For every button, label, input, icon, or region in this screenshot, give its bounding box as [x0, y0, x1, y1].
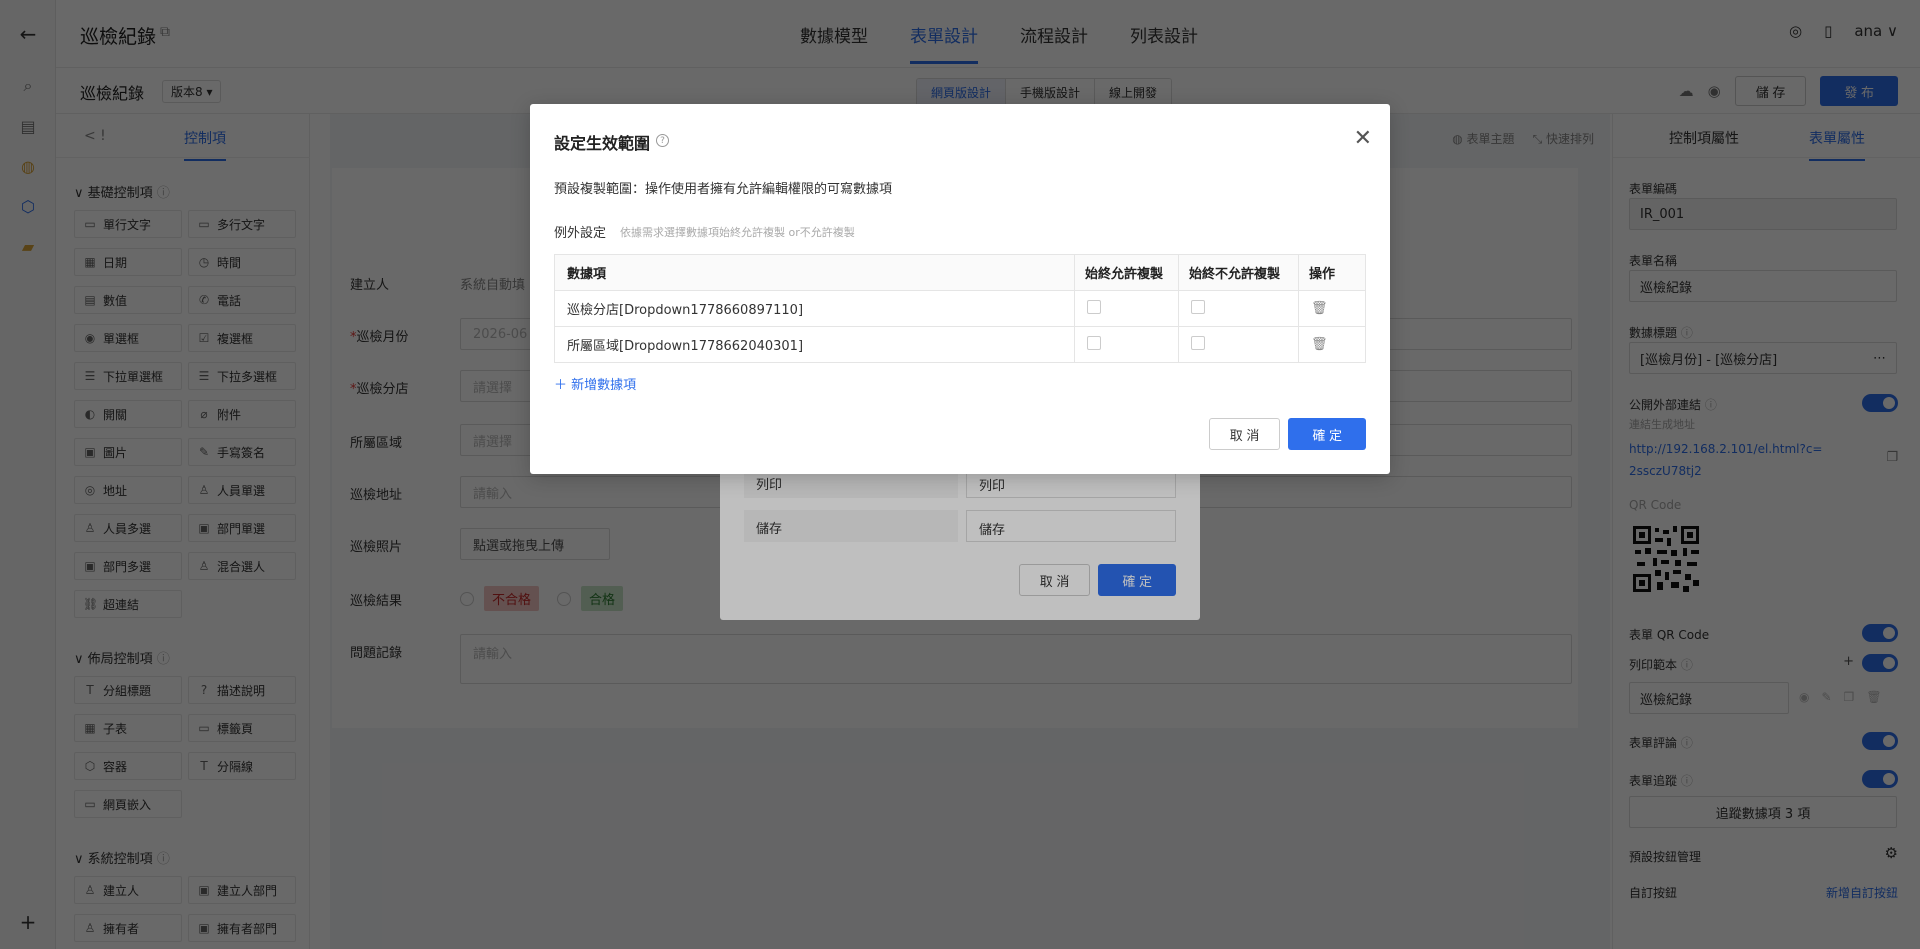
always-allow-checkbox[interactable] — [1087, 335, 1101, 350]
col-never-allow: 始終不允許複製 — [1178, 254, 1299, 291]
cancel-button[interactable]: 取 消 — [1208, 418, 1281, 450]
col-item: 數據項 — [554, 254, 1075, 291]
col-actions: 操作 — [1298, 254, 1366, 291]
add-data-item-button[interactable]: ＋ 新增數據項 — [554, 374, 636, 393]
help-circle-icon: ? — [656, 134, 669, 147]
exception-table: 數據項 始終允許複製 始終不允許複製 操作 巡檢分店[Dropdown17786… — [554, 254, 1366, 363]
modal-description: 預設複製範圍：操作使用者擁有允許編輯權限的可寫數據項 — [554, 182, 893, 197]
confirm-button[interactable]: 確 定 — [1288, 418, 1366, 450]
table-row: 巡檢分店[Dropdown1778660897110] 🗑 — [554, 290, 1366, 327]
delete-cell: 🗑 — [1298, 290, 1366, 327]
table-header-row: 數據項 始終允許複製 始終不允許複製 操作 — [554, 254, 1366, 291]
deny-cell — [1178, 326, 1299, 363]
exception-label: 例外設定 — [554, 226, 607, 241]
table-row: 所屬區域[Dropdown1778662040301] 🗑 — [554, 326, 1366, 363]
trash-icon[interactable]: 🗑 — [1311, 337, 1328, 352]
plus-icon: ＋ — [554, 378, 568, 393]
col-always-allow: 始終允許複製 — [1074, 254, 1179, 291]
close-icon[interactable]: ✕ — [1354, 126, 1372, 151]
modal-footer: 取 消 確 定 — [1208, 418, 1366, 450]
never-allow-checkbox[interactable] — [1191, 335, 1205, 350]
row-item: 所屬區域[Dropdown1778662040301] — [554, 326, 1075, 363]
allow-cell — [1074, 290, 1179, 327]
delete-cell: 🗑 — [1298, 326, 1366, 363]
add-data-item-label: 新增數據項 — [571, 378, 637, 393]
trash-icon[interactable]: 🗑 — [1311, 301, 1328, 316]
deny-cell — [1178, 290, 1299, 327]
never-allow-checkbox[interactable] — [1191, 299, 1205, 314]
exception-hint: 依據需求選擇數據項始終允許複製 or不允許複製 — [620, 226, 855, 239]
modal-title: 設定生效範圍 — [554, 134, 651, 153]
row-item: 巡檢分店[Dropdown1778660897110] — [554, 290, 1075, 327]
scope-settings-modal: 設定生效範圍 ? ✕ 預設複製範圍：操作使用者擁有允許編輯權限的可寫數據項 例外… — [530, 104, 1390, 474]
allow-cell — [1074, 326, 1179, 363]
always-allow-checkbox[interactable] — [1087, 299, 1101, 314]
